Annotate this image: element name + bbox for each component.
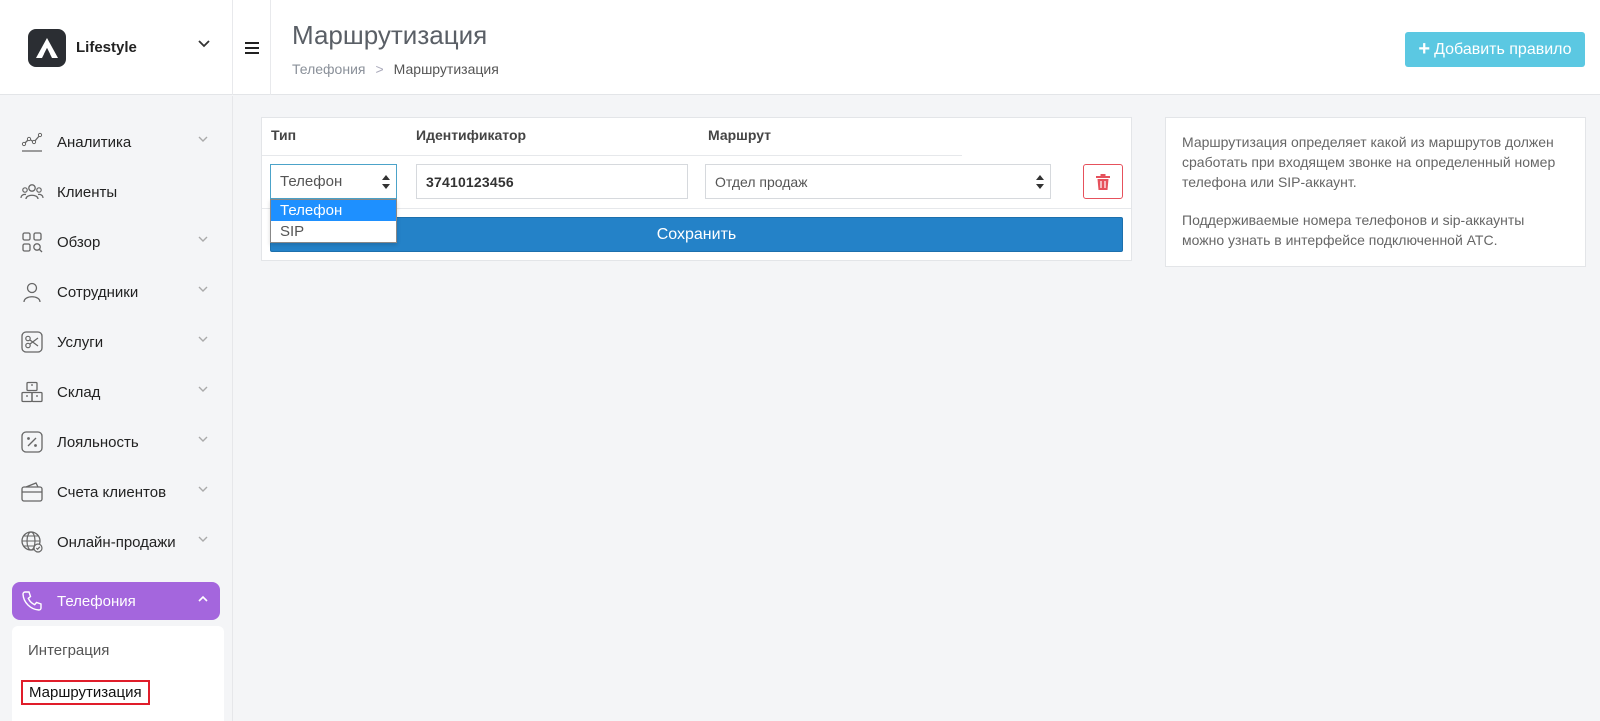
- submenu-item-routing[interactable]: Маршрутизация: [21, 680, 150, 705]
- scissors-icon: [20, 330, 44, 354]
- breadcrumb-parent[interactable]: Телефония: [292, 61, 365, 77]
- wallet-icon: [20, 480, 44, 504]
- sidebar-item-label: Услуги: [57, 333, 104, 351]
- routing-table: Тип Идентификатор Маршрут Телефон Отдел …: [261, 117, 1132, 261]
- telephony-submenu: Интеграция Маршрутизация: [12, 626, 224, 721]
- add-rule-label: Добавить правило: [1434, 40, 1572, 58]
- brand-logo: [28, 28, 66, 67]
- brand-name: Lifestyle: [76, 39, 137, 56]
- sidebar-item-employees[interactable]: Сотрудники: [12, 273, 220, 311]
- warehouse-icon: [20, 380, 44, 404]
- identifier-input[interactable]: [416, 164, 688, 199]
- phone-icon: [20, 589, 44, 613]
- column-header-type: Тип: [271, 127, 297, 143]
- clients-icon: [20, 180, 44, 204]
- type-option-phone[interactable]: Телефон: [271, 200, 396, 221]
- route-select[interactable]: Отдел продаж: [705, 164, 1051, 199]
- percent-icon: [20, 430, 44, 454]
- sidebar-item-label: Телефония: [57, 592, 136, 610]
- chevron-down-icon: [198, 40, 210, 48]
- header-divider: [262, 155, 962, 156]
- chevron-down-icon: [198, 236, 208, 242]
- chevron-down-icon: [198, 386, 208, 392]
- route-select-value: Отдел продаж: [715, 173, 808, 190]
- type-dropdown-list: Телефон SIP: [270, 199, 397, 243]
- submenu-item-integration[interactable]: Интеграция: [28, 642, 109, 659]
- globe-icon: [20, 530, 44, 554]
- brand-switcher[interactable]: Lifestyle: [0, 0, 233, 95]
- hamburger-menu-icon[interactable]: [233, 0, 271, 95]
- chevron-down-icon: [198, 536, 208, 542]
- select-arrows-icon: [1036, 175, 1044, 189]
- info-paragraph: Поддерживаемые номера телефонов и sip-ак…: [1182, 212, 1525, 248]
- select-arrows-icon: [382, 175, 390, 189]
- sidebar-item-label: Счета клиентов: [57, 483, 167, 501]
- plus-icon: +: [1418, 38, 1431, 60]
- sidebar-item-label: Клиенты: [57, 183, 118, 201]
- type-select-value: Телефон: [280, 173, 343, 190]
- sidebar-item-label: Склад: [57, 383, 101, 401]
- breadcrumb-separator: >: [375, 61, 384, 77]
- column-header-identifier: Идентификатор: [416, 127, 527, 143]
- chevron-down-icon: [198, 136, 208, 142]
- type-option-sip[interactable]: SIP: [271, 221, 396, 242]
- sidebar-item-online-sales[interactable]: Онлайн-продажи: [12, 523, 220, 561]
- routing-info-panel: Маршрутизация определяет какой из маршру…: [1165, 117, 1586, 267]
- chevron-down-icon: [198, 486, 208, 492]
- sidebar-item-overview[interactable]: Обзор: [12, 223, 220, 261]
- delete-rule-button[interactable]: [1083, 164, 1123, 199]
- sidebar-item-warehouse[interactable]: Склад: [12, 373, 220, 411]
- breadcrumb-current: Маршрутизация: [393, 61, 499, 77]
- sidebar-item-loyalty[interactable]: Лояльность: [12, 423, 220, 461]
- sidebar-item-label: Сотрудники: [57, 283, 139, 301]
- trash-icon: [1096, 173, 1110, 190]
- chevron-up-icon: [198, 595, 208, 602]
- analytics-icon: [20, 130, 44, 154]
- breadcrumb: Телефония > Маршрутизация: [292, 61, 499, 77]
- sidebar-item-label: Онлайн-продажи: [57, 533, 176, 551]
- sidebar-item-clients[interactable]: Клиенты: [12, 173, 220, 211]
- sidebar-item-client-accounts[interactable]: Счета клиентов: [12, 473, 220, 511]
- overview-icon: [20, 230, 44, 254]
- column-header-route: Маршрут: [708, 127, 772, 143]
- top-header: Lifestyle Маршрутизация Телефония > Маршру…: [0, 0, 1600, 95]
- sidebar-item-services[interactable]: Услуги: [12, 323, 220, 361]
- sidebar-item-label: Аналитика: [57, 133, 132, 151]
- chevron-down-icon: [198, 286, 208, 292]
- add-rule-button[interactable]: + Добавить правило: [1405, 32, 1585, 67]
- info-paragraph: Маршрутизация определяет какой из маршру…: [1182, 134, 1556, 190]
- save-button[interactable]: Сохранить: [270, 217, 1123, 252]
- sidebar-item-label: Лояльность: [57, 433, 139, 451]
- sidebar-item-analytics[interactable]: Аналитика: [12, 123, 220, 161]
- sidebar-item-telephony[interactable]: Телефония: [12, 582, 220, 620]
- type-select[interactable]: Телефон: [270, 164, 397, 199]
- chevron-down-icon: [198, 336, 208, 342]
- sidebar-item-label: Обзор: [57, 233, 101, 251]
- chevron-down-icon: [198, 436, 208, 442]
- employee-icon: [20, 280, 44, 304]
- page-title: Маршрутизация: [292, 20, 488, 50]
